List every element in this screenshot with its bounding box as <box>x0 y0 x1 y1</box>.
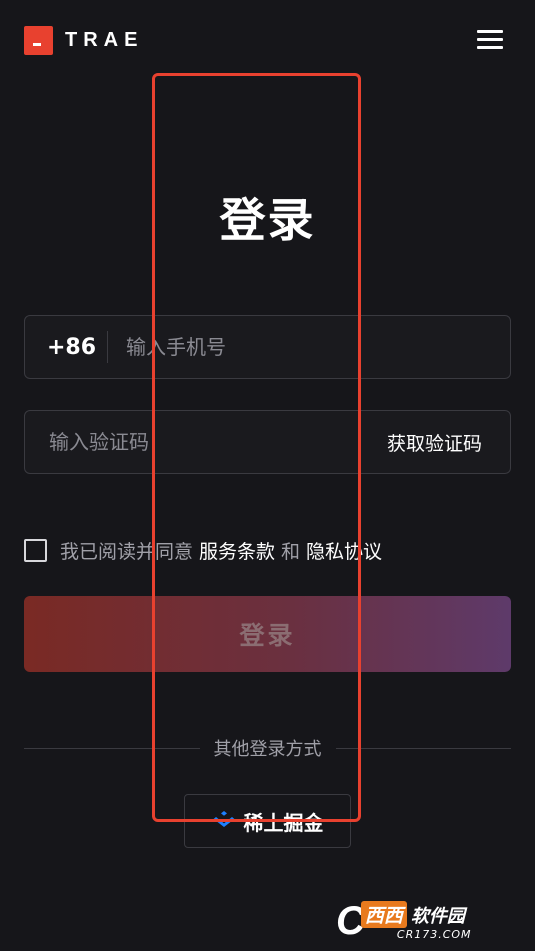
juejin-logo-icon <box>213 811 234 827</box>
login-button[interactable]: 登录 <box>24 596 511 672</box>
terms-link[interactable]: 服务条款 <box>199 537 275 564</box>
verification-code-input[interactable] <box>25 411 387 473</box>
agree-prefix: 我已阅读并同意 <box>60 541 194 563</box>
agreement-row: 我已阅读并同意 服务条款 和 隐私协议 <box>24 537 388 564</box>
other-login-divider: 其他登录方式 <box>24 735 511 761</box>
logo-text: TRAE <box>65 29 144 51</box>
trae-logo-icon <box>24 26 53 55</box>
privacy-link[interactable]: 隐私协议 <box>306 537 382 564</box>
juejin-label: 稀土掘金 <box>243 810 324 835</box>
other-login-label: 其他登录方式 <box>213 739 322 760</box>
page-title: 登录 <box>219 193 316 247</box>
site-watermark: C 西西 软件园 CR173.COM <box>336 898 516 944</box>
verification-code-field: 获取验证码 <box>24 410 511 474</box>
watermark-brand: 西西 <box>360 901 407 928</box>
trae-logo[interactable]: TRAE <box>24 26 143 55</box>
watermark-domain: CR173.COM <box>396 928 472 941</box>
and-text: 和 <box>281 541 301 563</box>
country-code-selector[interactable]: +86 <box>25 335 107 360</box>
agree-checkbox[interactable] <box>24 539 47 562</box>
get-code-button[interactable]: 获取验证码 <box>387 429 510 456</box>
phone-input[interactable] <box>108 316 510 378</box>
hamburger-menu-icon[interactable] <box>477 29 503 51</box>
juejin-login-button[interactable]: 稀土掘金 <box>184 794 351 848</box>
login-page: TRAE 登录 +86 获取验证码 我已阅读并同意 服务条款 和 隐私协议 登录… <box>0 0 535 951</box>
watermark-suffix: 软件园 <box>410 905 465 927</box>
phone-field: +86 <box>24 315 511 379</box>
